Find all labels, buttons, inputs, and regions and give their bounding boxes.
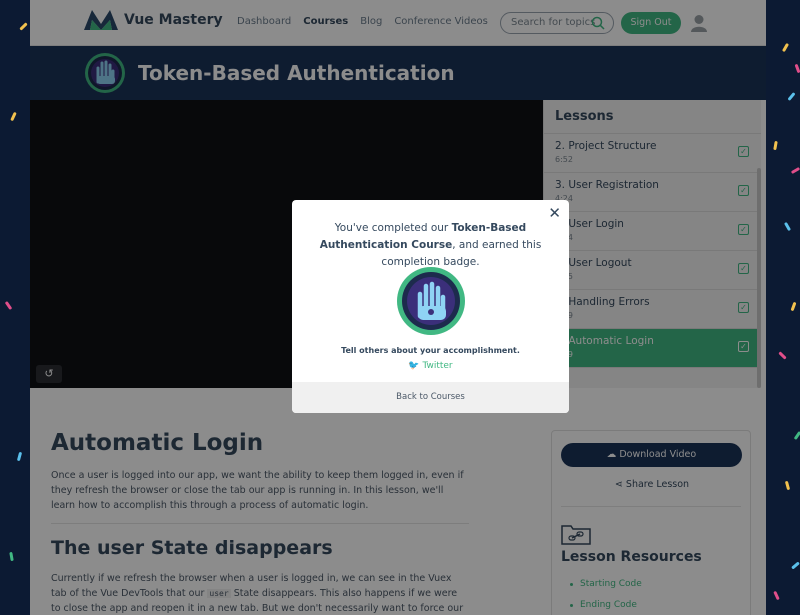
back-to-courses-button[interactable]: Back to Courses bbox=[292, 382, 569, 413]
twitter-icon: 🐦 bbox=[408, 361, 420, 371]
twitter-label: Twitter bbox=[422, 361, 453, 371]
completion-badge-icon bbox=[397, 267, 465, 335]
twitter-share-link[interactable]: 🐦 Twitter bbox=[292, 361, 569, 371]
message-pre: You've completed our bbox=[334, 222, 449, 234]
completion-modal: ✕ You've completed our Token-Based Authe… bbox=[292, 200, 569, 413]
completion-message: You've completed our Token-Based Authent… bbox=[306, 220, 555, 271]
share-prompt: Tell others about your accomplishment. bbox=[341, 346, 520, 355]
page: Vue Mastery Dashboard Courses Blog Confe… bbox=[30, 0, 766, 615]
